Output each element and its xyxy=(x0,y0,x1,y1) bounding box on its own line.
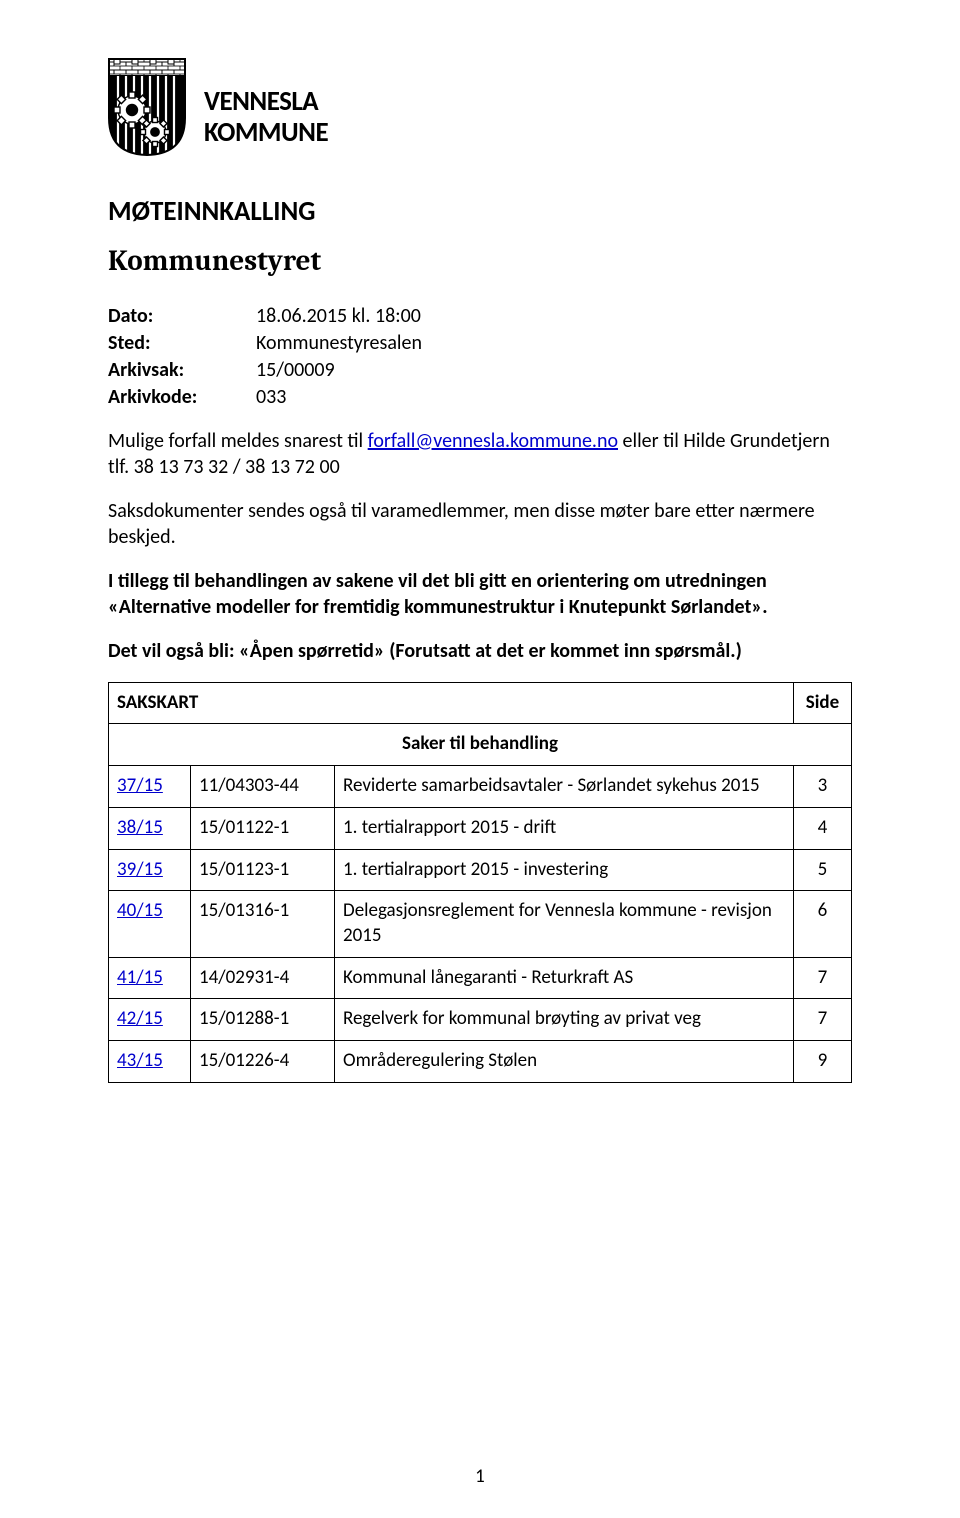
case-doc-cell: 11/04303-44 xyxy=(191,766,335,808)
case-title-cell: Regelverk for kommunal brøyting av priva… xyxy=(335,999,794,1041)
meta-dato-value: 18.06.2015 kl. 18:00 xyxy=(256,303,852,329)
meta-arkivkode-label: Arkivkode: xyxy=(108,384,256,410)
case-title-cell: Reviderte samarbeidsavtaler - Sørlandet … xyxy=(335,766,794,808)
case-number-cell: 40/15 xyxy=(109,891,191,957)
sakskart-table: SAKSKART Side Saker til behandling 37/15… xyxy=(108,682,852,1083)
case-number-cell: 41/15 xyxy=(109,957,191,999)
case-number-cell: 42/15 xyxy=(109,999,191,1041)
sakskart-section-row: Saker til behandling xyxy=(109,724,852,766)
case-doc-cell: 15/01122-1 xyxy=(191,807,335,849)
case-side-cell: 9 xyxy=(794,1040,852,1082)
intro-paragraph-2: Saksdokumenter sendes også til varamedle… xyxy=(108,498,852,550)
table-row: 43/15 15/01226-4Områderegulering Stølen9 xyxy=(109,1040,852,1082)
case-side-cell: 6 xyxy=(794,891,852,957)
table-row: 37/15 11/04303-44Reviderte samarbeidsavta… xyxy=(109,766,852,808)
case-doc-cell: 14/02931-4 xyxy=(191,957,335,999)
document-header: VENNESLA KOMMUNE xyxy=(108,58,852,156)
case-number-cell: 37/15 xyxy=(109,766,191,808)
document-title: MØTEINNKALLING xyxy=(108,194,852,229)
case-doc-cell: 15/01226-4 xyxy=(191,1040,335,1082)
case-number-link[interactable]: 37/15 xyxy=(117,774,163,797)
case-number-cell: 38/15 xyxy=(109,807,191,849)
meta-sted-label: Sted: xyxy=(108,330,256,356)
case-side-cell: 3 xyxy=(794,766,852,808)
case-number-link[interactable]: 38/15 xyxy=(117,816,163,839)
case-number-cell: 43/15 xyxy=(109,1040,191,1082)
organization-name-line2: KOMMUNE xyxy=(204,117,328,148)
sakskart-header-row: SAKSKART Side xyxy=(109,682,852,724)
case-number-link[interactable]: 43/15 xyxy=(117,1049,163,1072)
table-row: 42/15 15/01288-1Regelverk for kommunal br… xyxy=(109,999,852,1041)
meta-sted-value: Kommunestyresalen xyxy=(256,330,852,356)
table-row: 40/15 15/01316-1Delegasjonsreglement for … xyxy=(109,891,852,957)
case-side-cell: 7 xyxy=(794,957,852,999)
forfall-email-link[interactable]: forfall@vennesla.kommune.no xyxy=(368,429,618,453)
meta-arkivkode-value: 033 xyxy=(256,384,852,410)
intro-paragraph-1: Mulige forfall meldes snarest til forfal… xyxy=(108,428,852,480)
case-number-link[interactable]: 40/15 xyxy=(117,899,163,922)
case-title-cell: Kommunal lånegaranti - Returkraft AS xyxy=(335,957,794,999)
table-row: 41/15 14/02931-4Kommunal lånegaranti - Re… xyxy=(109,957,852,999)
document-subtitle: Kommunestyret xyxy=(108,243,852,281)
sakskart-header-left: SAKSKART xyxy=(109,682,794,724)
case-title-cell: Delegasjonsreglement for Vennesla kommun… xyxy=(335,891,794,957)
table-row: 39/15 15/01123-11. tertialrapport 2015 - … xyxy=(109,849,852,891)
municipality-logo xyxy=(108,58,186,156)
meta-dato-label: Dato: xyxy=(108,303,256,329)
organization-name-line1: VENNESLA xyxy=(204,86,328,117)
organization-name: VENNESLA KOMMUNE xyxy=(204,58,328,148)
case-number-cell: 39/15 xyxy=(109,849,191,891)
case-title-cell: 1. tertialrapport 2015 - drift xyxy=(335,807,794,849)
sakskart-section-label: Saker til behandling xyxy=(109,724,852,766)
case-number-link[interactable]: 42/15 xyxy=(117,1007,163,1030)
case-side-cell: 5 xyxy=(794,849,852,891)
meta-arkivsak-value: 15/00009 xyxy=(256,357,852,383)
page-number: 1 xyxy=(0,1465,960,1490)
case-number-link[interactable]: 41/15 xyxy=(117,966,163,989)
intro-paragraph-4: Det vil også bli: «Åpen spørretid» (Foru… xyxy=(108,638,852,664)
intro-paragraph-3: I tillegg til behandlingen av sakene vil… xyxy=(108,568,852,620)
case-title-cell: 1. tertialrapport 2015 - investering xyxy=(335,849,794,891)
case-number-link[interactable]: 39/15 xyxy=(117,858,163,881)
meeting-meta: Dato: 18.06.2015 kl. 18:00 Sted: Kommune… xyxy=(108,303,852,410)
sakskart-header-right: Side xyxy=(794,682,852,724)
intro-p1a: Mulige forfall meldes snarest til xyxy=(108,429,368,453)
case-doc-cell: 15/01316-1 xyxy=(191,891,335,957)
case-side-cell: 4 xyxy=(794,807,852,849)
case-title-cell: Områderegulering Stølen xyxy=(335,1040,794,1082)
case-side-cell: 7 xyxy=(794,999,852,1041)
case-doc-cell: 15/01123-1 xyxy=(191,849,335,891)
case-doc-cell: 15/01288-1 xyxy=(191,999,335,1041)
meta-arkivsak-label: Arkivsak: xyxy=(108,357,256,383)
table-row: 38/15 15/01122-11. tertialrapport 2015 - … xyxy=(109,807,852,849)
